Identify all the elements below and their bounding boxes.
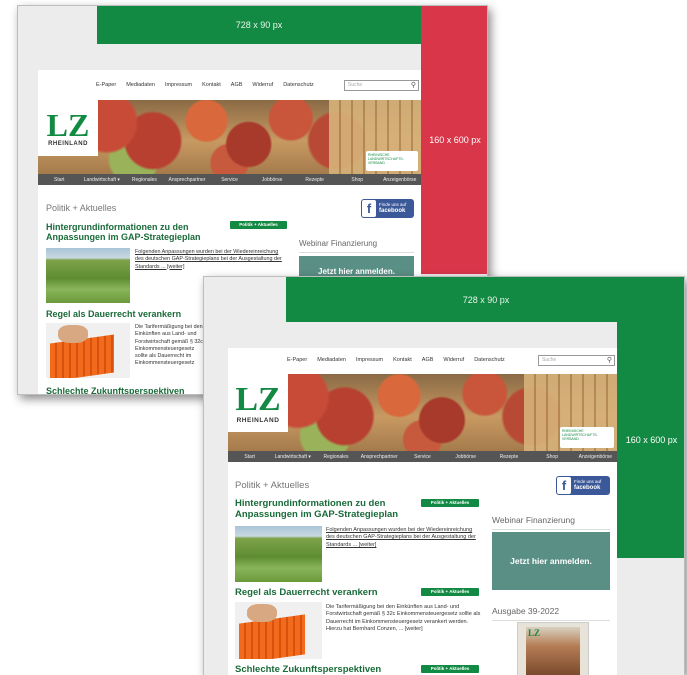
issue-cover[interactable]: LZ [517, 622, 589, 675]
facebook-icon: f [557, 477, 571, 494]
nav-shop[interactable]: Shop [336, 177, 379, 183]
partner-badge: RHEINISCHE LANDWIRTSCHAFTS-VERBAND [560, 427, 614, 448]
logo-lz: LZ [235, 380, 281, 418]
badge-line2: LANDWIRTSCHAFTS-VERBAND [368, 157, 404, 166]
topnav-kontakt[interactable]: Kontakt [202, 82, 221, 88]
webinar-title: Webinar Finanzierung [299, 239, 414, 253]
hand-shape [58, 325, 88, 343]
search-icon[interactable]: ⚲ [607, 356, 612, 365]
article-2-thumbnail[interactable] [235, 602, 322, 659]
facebook-icon: f [362, 200, 376, 217]
issue-cover-logo: LZ [528, 628, 541, 638]
logo-rheinland: RHEINLAND [236, 416, 280, 424]
topnav-datenschutz[interactable]: Datenschutz [474, 357, 505, 363]
nav-regionales[interactable]: Regionales [314, 454, 357, 460]
webinar-signup-button[interactable]: Jetzt hier anmelden. [492, 532, 610, 590]
article-2-tag[interactable]: Politik + Aktuelles [421, 588, 479, 596]
nav-anzeigenboerse[interactable]: Anzeigenbörse [574, 454, 617, 460]
topnav-agb[interactable]: AGB [422, 357, 434, 363]
nav-start[interactable]: Start [228, 454, 271, 460]
crate-box [239, 614, 305, 659]
article-2-title[interactable]: Regel als Dauerrecht verankern [235, 587, 420, 599]
webinar-title: Webinar Finanzierung [492, 515, 610, 530]
section-title: Politik + Aktuelles [235, 480, 310, 491]
article-3-title[interactable]: Schlechte Zukunftsperspektiven [235, 664, 420, 675]
topnav-mediadaten[interactable]: Mediadaten [317, 357, 346, 363]
nav-ansprechpartner[interactable]: Ansprechpartner [358, 454, 401, 460]
topnav-widerruf[interactable]: Widerruf [443, 357, 464, 363]
nav-jobboerse[interactable]: Jobbörse [444, 454, 487, 460]
badge-line2: LANDWIRTSCHAFTS-VERBAND [562, 433, 598, 442]
nav-shop[interactable]: Shop [531, 454, 574, 460]
article-2-snippet[interactable]: Die Tarifermäßigung bei den Einkünften a… [326, 604, 481, 634]
article-1-title[interactable]: Hintergrundinformationen zu den Anpassun… [235, 498, 420, 521]
screenshot-front: 728 x 90 px 160 x 600 px E-Paper Mediada… [203, 276, 685, 675]
leaderboard-ad[interactable]: 728 x 90 px [97, 6, 421, 44]
search-input[interactable]: Suche ⚲ [344, 80, 419, 91]
hand-shape [247, 604, 277, 622]
nav-landwirtschaft[interactable]: Landwirtschaft ▾ [81, 177, 124, 183]
article-1-thumbnail[interactable] [46, 248, 130, 303]
site-logo[interactable]: LZ RHEINLAND [38, 100, 98, 156]
article-2-thumbnail[interactable] [46, 323, 130, 378]
facebook-button[interactable]: f Finde uns auf facebook [361, 199, 414, 218]
nav-service[interactable]: Service [401, 454, 444, 460]
facebook-text: Finde uns auf facebook [574, 478, 602, 491]
site-logo[interactable]: LZ RHEINLAND [228, 374, 288, 432]
partner-badge: RHEINISCHE LANDWIRTSCHAFTS-VERBAND [366, 151, 418, 171]
facebook-button[interactable]: f Finde uns auf facebook [556, 476, 610, 495]
nav-service[interactable]: Service [208, 177, 251, 183]
facebook-text: Finde uns auf facebook [379, 201, 407, 214]
topnav-impressum[interactable]: Impressum [165, 82, 192, 88]
topnav-widerruf[interactable]: Widerruf [252, 82, 273, 88]
topnav-datenschutz[interactable]: Datenschutz [283, 82, 314, 88]
issue-cover-image: LZ [526, 627, 580, 675]
nav-rezepte[interactable]: Rezepte [293, 177, 336, 183]
article-3-tag[interactable]: Politik + Aktuelles [421, 665, 479, 673]
topnav-impressum[interactable]: Impressum [356, 357, 383, 363]
search-input[interactable]: Suche ⚲ [538, 355, 615, 366]
nav-anzeigenboerse[interactable]: Anzeigenbörse [379, 177, 422, 183]
nav-rezepte[interactable]: Rezepte [487, 454, 530, 460]
header-banner: LZ RHEINLAND RHEINISCHE LANDWIRTSCHAFTS-… [228, 374, 617, 451]
top-navigation: E-Paper Mediadaten Impressum Kontakt AGB… [287, 357, 505, 363]
article-1-tag[interactable]: Politik + Aktuelles [230, 221, 287, 229]
article-2-title[interactable]: Regel als Dauerrecht verankern [46, 309, 226, 319]
article-1-thumbnail[interactable] [235, 526, 322, 582]
article-1-snippet[interactable]: Folgenden Anpassungen wurden bei der Wie… [326, 527, 481, 549]
nav-start[interactable]: Start [38, 177, 81, 183]
topnav-epaper[interactable]: E-Paper [96, 82, 116, 88]
logo-rheinland: RHEINLAND [48, 141, 88, 147]
topnav-kontakt[interactable]: Kontakt [393, 357, 412, 363]
search-icon[interactable]: ⚲ [411, 81, 416, 90]
issue-title: Ausgabe 39-2022 [492, 606, 610, 621]
skyscraper-ad[interactable]: 160 x 600 px [617, 322, 684, 558]
nav-landwirtschaft[interactable]: Landwirtschaft ▾ [271, 454, 314, 460]
nav-ansprechpartner[interactable]: Ansprechpartner [166, 177, 209, 183]
leaderboard-ad[interactable]: 728 x 90 px [286, 277, 684, 322]
topnav-agb[interactable]: AGB [231, 82, 243, 88]
main-navigation: Start Landwirtschaft ▾ Regionales Anspre… [38, 174, 421, 185]
article-2-snippet[interactable]: Die Tarifermäßigung bei den Einkünften a… [135, 324, 205, 368]
search-placeholder: Suche [348, 82, 363, 88]
nav-jobboerse[interactable]: Jobbörse [251, 177, 294, 183]
search-placeholder: Suche [542, 357, 557, 363]
header-banner: LZ RHEINLAND RHEINISCHE LANDWIRTSCHAFTS-… [38, 100, 421, 174]
topnav-mediadaten[interactable]: Mediadaten [126, 82, 155, 88]
article-1-title[interactable]: Hintergrundinformationen zu den Anpassun… [46, 222, 226, 243]
article-1-tag[interactable]: Politik + Aktuelles [421, 499, 479, 507]
topnav-epaper[interactable]: E-Paper [287, 357, 307, 363]
main-navigation: Start Landwirtschaft ▾ Regionales Anspre… [228, 451, 617, 462]
nav-regionales[interactable]: Regionales [123, 177, 166, 183]
logo-lz: LZ [46, 107, 90, 143]
article-1-snippet[interactable]: Folgenden Anpassungen wurden bei der Wie… [135, 249, 285, 271]
top-navigation: E-Paper Mediadaten Impressum Kontakt AGB… [96, 82, 314, 88]
article-3-title[interactable]: Schlechte Zukunftsperspektiven [46, 386, 226, 394]
skyscraper-ad[interactable]: 160 x 600 px [421, 6, 487, 274]
section-title: Politik + Aktuelles [46, 203, 117, 213]
